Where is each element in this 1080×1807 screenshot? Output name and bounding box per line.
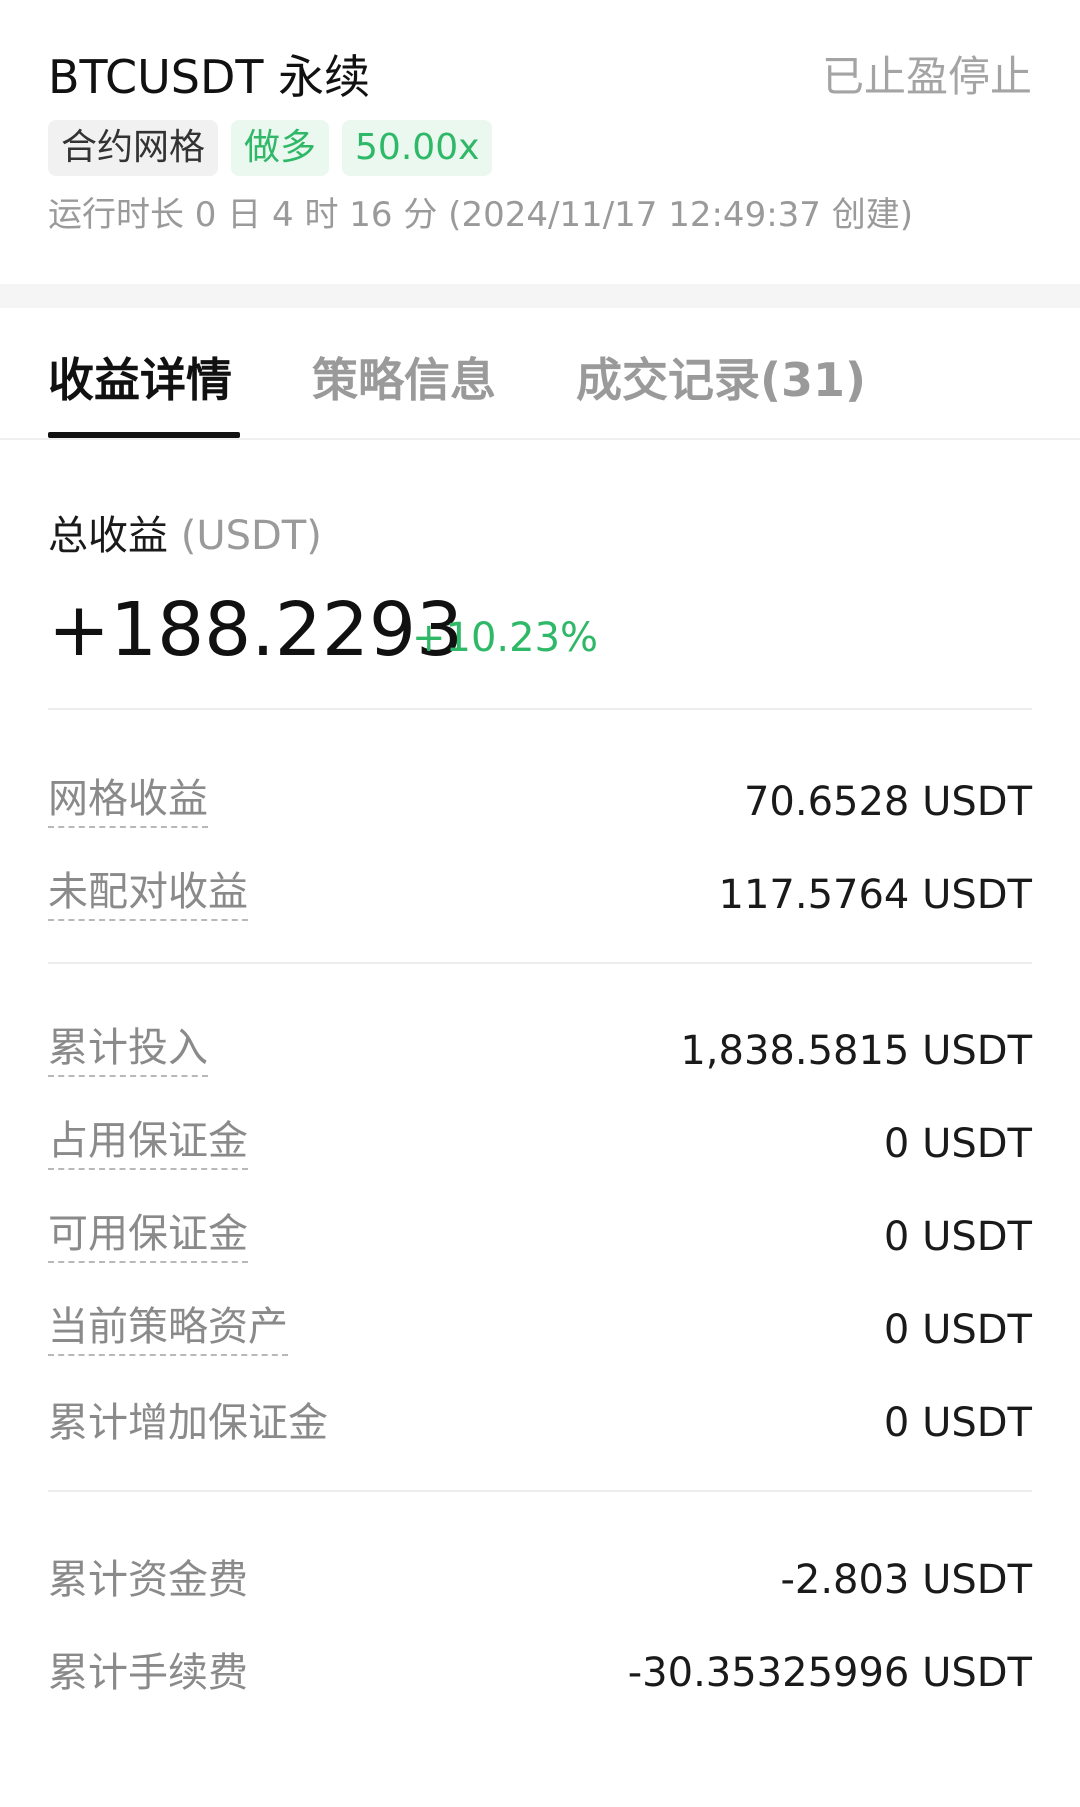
used-margin-row: 占用保证金 0 USDT bbox=[48, 1114, 1032, 1174]
total-invested-label[interactable]: 累计投入 bbox=[48, 1021, 208, 1077]
unpaired-profit-value: 117.5764 USDT bbox=[718, 872, 1032, 918]
added-margin-row: 累计增加保证金 0 USDT bbox=[48, 1393, 1032, 1453]
funding-fee-label: 累计资金费 bbox=[48, 1557, 248, 1603]
used-margin-label[interactable]: 占用保证金 bbox=[48, 1114, 248, 1170]
strategy-header: BTCUSDT 永续 已止盈停止 合约网格 做多 50.00x 运行时长 0 日… bbox=[0, 0, 1080, 284]
tag-list: 合约网格 做多 50.00x bbox=[48, 120, 493, 176]
unpaired-profit-row: 未配对收益 117.5764 USDT bbox=[48, 865, 1032, 925]
available-margin-label[interactable]: 可用保证金 bbox=[48, 1207, 248, 1263]
tab-strategy-info[interactable]: 策略信息 bbox=[312, 348, 496, 412]
total-profit-unit: (USDT) bbox=[180, 513, 322, 559]
tab-bar: 收益详情 策略信息 成交记录(31) bbox=[0, 308, 1080, 440]
strategy-status: 已止盈停止 bbox=[821, 52, 1032, 101]
grid-profit-row: 网格收益 70.6528 USDT bbox=[48, 772, 1032, 832]
runtime-info: 运行时长 0 日 4 时 16 分 (2024/11/17 12:49:37 创… bbox=[48, 195, 913, 235]
tab-trade-records[interactable]: 成交记录(31) bbox=[576, 348, 866, 412]
active-tab-indicator bbox=[48, 432, 240, 438]
grid-profit-value: 70.6528 USDT bbox=[743, 779, 1032, 825]
available-margin-value: 0 USDT bbox=[883, 1214, 1032, 1260]
total-profit-label-text: 总收益 bbox=[48, 513, 168, 559]
used-margin-value: 0 USDT bbox=[883, 1121, 1032, 1167]
divider bbox=[48, 1490, 1032, 1492]
section-separator bbox=[0, 284, 1080, 308]
unpaired-profit-label[interactable]: 未配对收益 bbox=[48, 865, 248, 921]
available-margin-row: 可用保证金 0 USDT bbox=[48, 1207, 1032, 1267]
divider bbox=[48, 962, 1032, 964]
direction-tag: 做多 bbox=[231, 120, 330, 176]
total-profit-percent: +10.23% bbox=[412, 615, 599, 661]
total-profit-label: 总收益 (USDT) bbox=[48, 508, 322, 564]
strategy-assets-value: 0 USDT bbox=[883, 1307, 1032, 1353]
total-invested-row: 累计投入 1,838.5815 USDT bbox=[48, 1021, 1032, 1081]
strategy-title: BTCUSDT 永续 bbox=[48, 50, 371, 104]
funding-fee-value: -2.803 USDT bbox=[780, 1557, 1032, 1603]
divider bbox=[48, 708, 1032, 710]
grid-profit-label[interactable]: 网格收益 bbox=[48, 772, 208, 828]
added-margin-value: 0 USDT bbox=[883, 1400, 1032, 1446]
trading-fee-label: 累计手续费 bbox=[48, 1650, 248, 1696]
trading-fee-value: -30.35325996 USDT bbox=[627, 1650, 1032, 1696]
strategy-type-tag: 合约网格 bbox=[48, 120, 219, 176]
leverage-tag: 50.00x bbox=[342, 120, 493, 176]
added-margin-label: 累计增加保证金 bbox=[48, 1400, 328, 1446]
total-profit-value: +188.2293 bbox=[48, 587, 464, 673]
strategy-assets-label[interactable]: 当前策略资产 bbox=[48, 1300, 288, 1356]
total-invested-value: 1,838.5815 USDT bbox=[680, 1028, 1032, 1074]
funding-fee-row: 累计资金费 -2.803 USDT bbox=[48, 1550, 1032, 1610]
tab-profit-details[interactable]: 收益详情 bbox=[48, 348, 232, 412]
trading-fee-row: 累计手续费 -30.35325996 USDT bbox=[48, 1643, 1032, 1703]
strategy-assets-row: 当前策略资产 0 USDT bbox=[48, 1300, 1032, 1360]
